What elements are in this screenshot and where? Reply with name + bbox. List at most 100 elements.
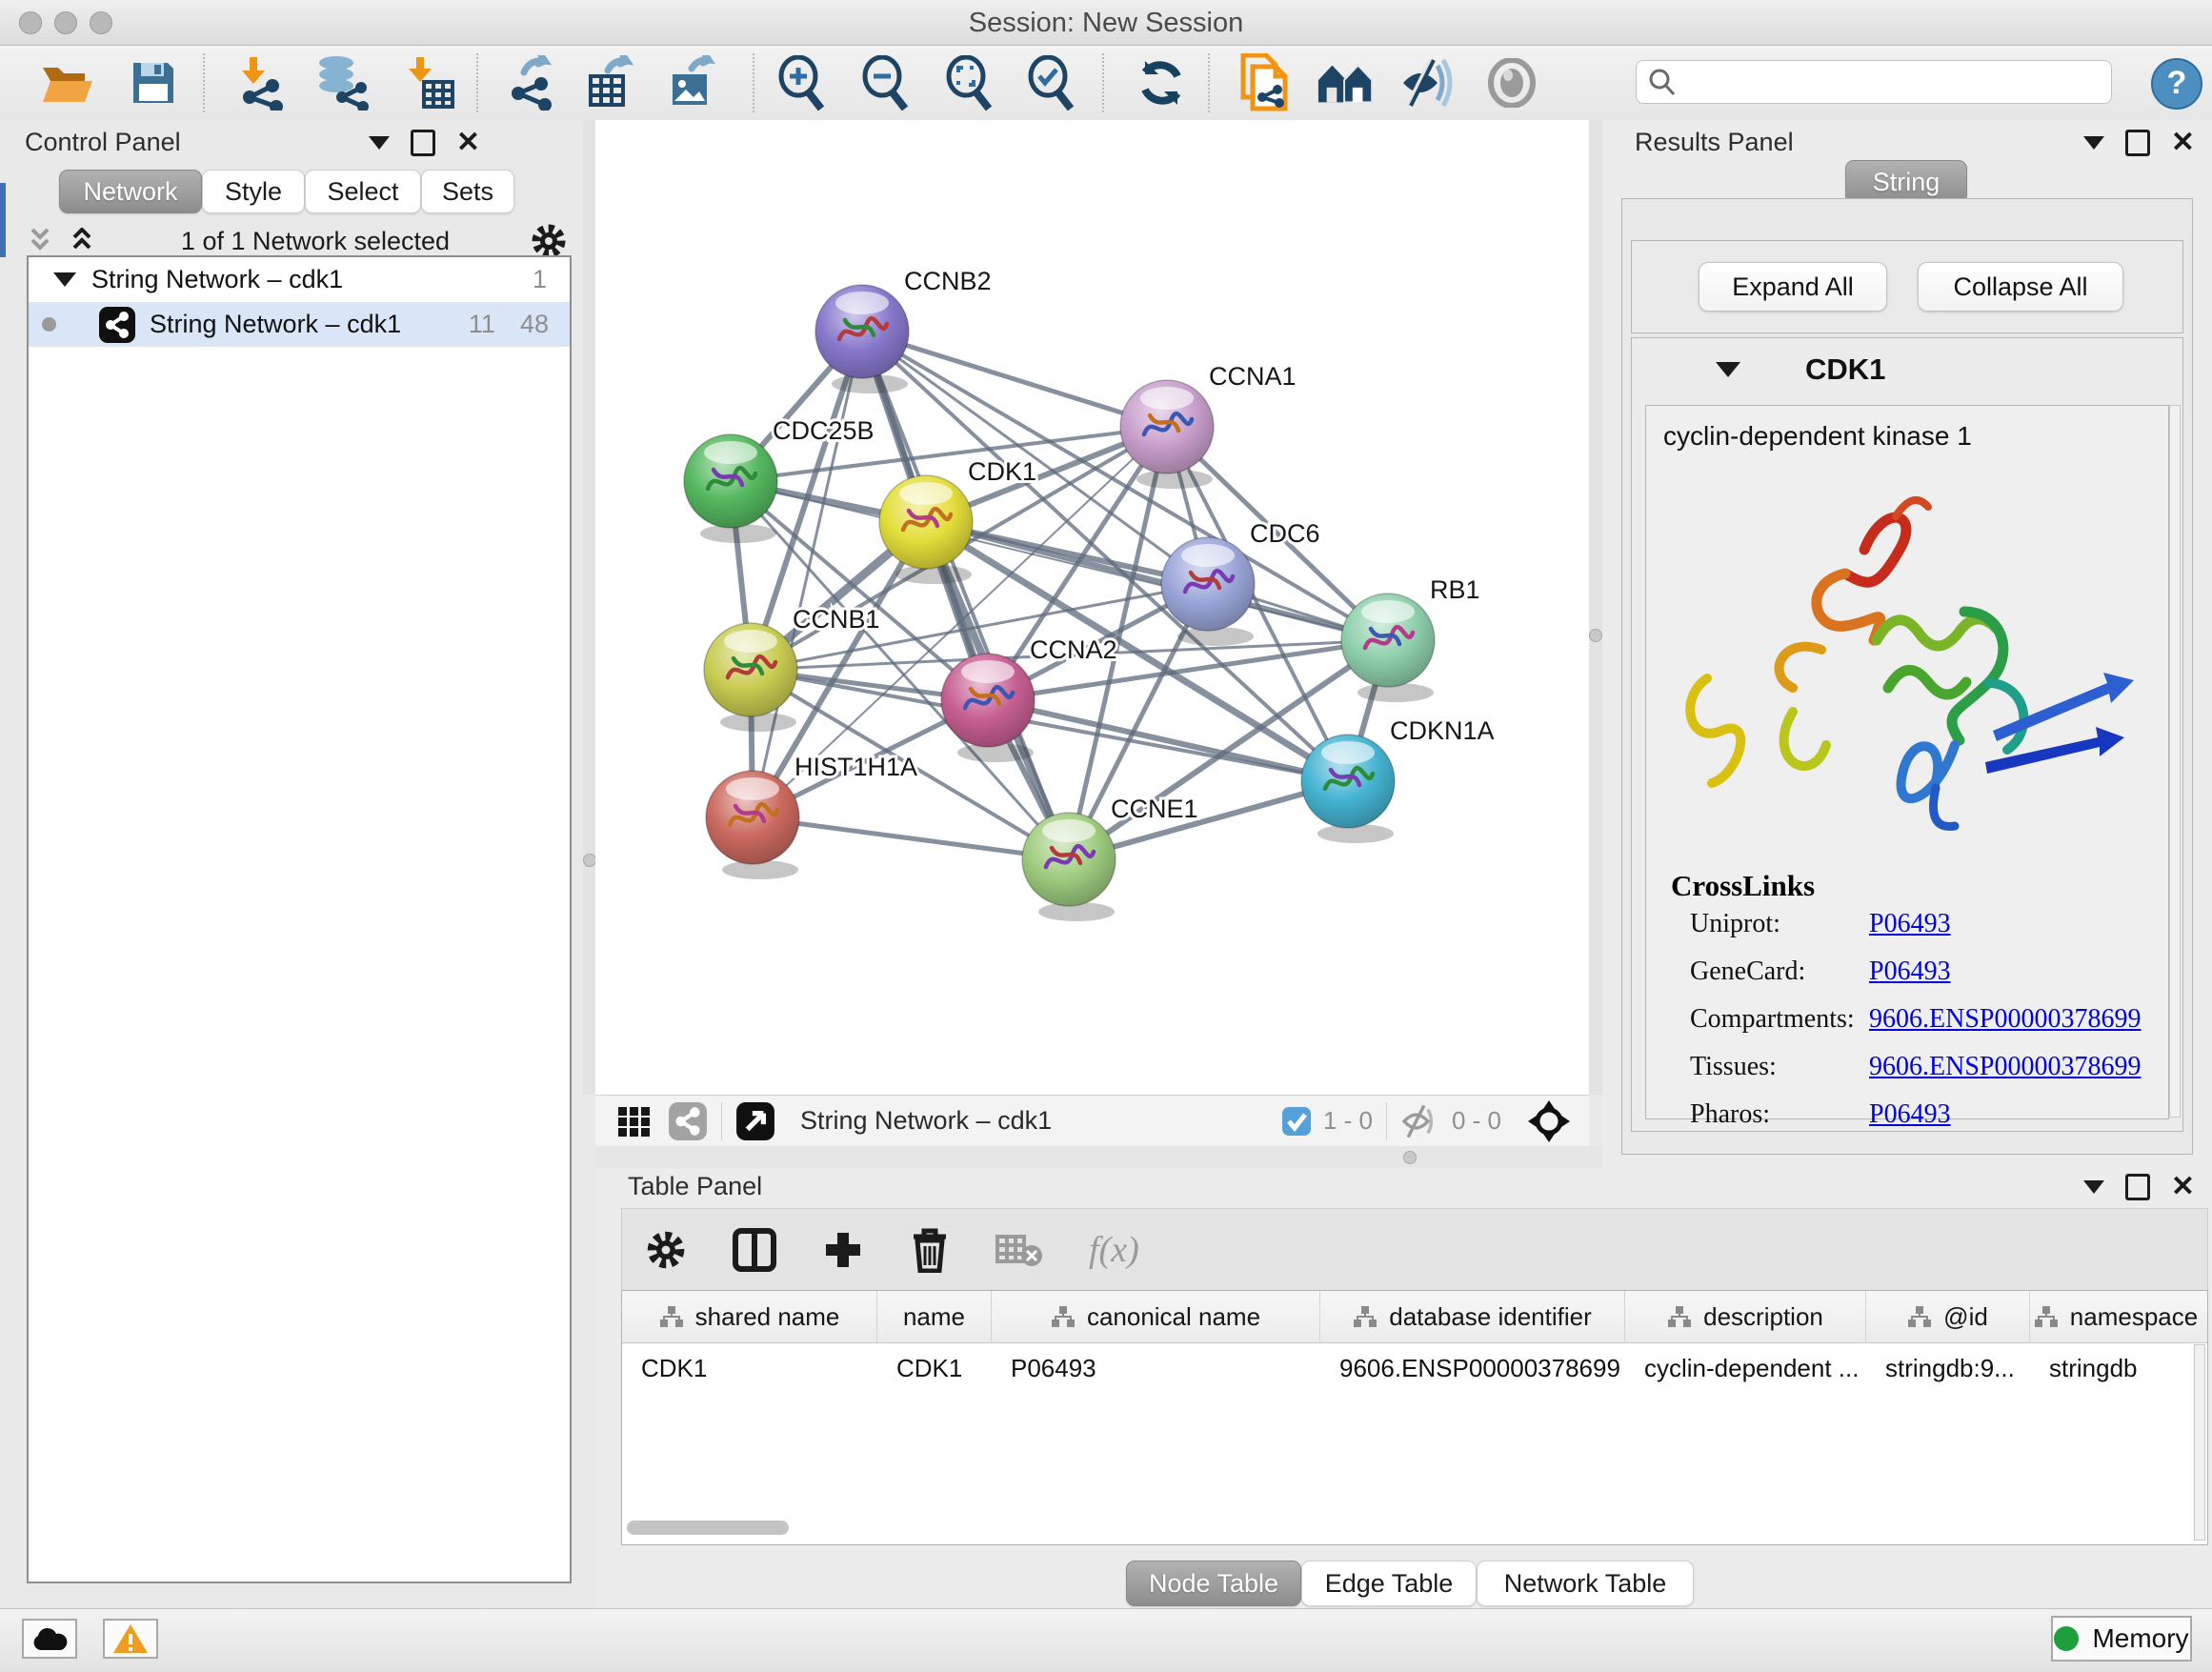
- gene-section: CDK1 cyclin-dependent kinase 1: [1631, 337, 2183, 1132]
- network-view-icon[interactable]: [668, 1101, 708, 1141]
- column-header[interactable]: database identifier: [1320, 1291, 1625, 1342]
- tab-select[interactable]: Select: [305, 170, 421, 213]
- control-panel-title: Control Panel: [25, 128, 181, 157]
- edge-CCNB2-HIST1H1A[interactable]: [753, 332, 862, 817]
- gene-collapse-icon[interactable]: [1716, 362, 1740, 377]
- panel-float-icon[interactable]: [2125, 1174, 2150, 1200]
- cloud-button[interactable]: [22, 1619, 77, 1659]
- birdseye-crosshair-icon[interactable]: [1526, 1098, 1572, 1144]
- search-field[interactable]: [1636, 60, 2112, 104]
- table-options-gear-icon[interactable]: [645, 1229, 687, 1271]
- show-columns-icon[interactable]: [733, 1227, 776, 1273]
- network-collection-row[interactable]: String Network – cdk1 1: [29, 257, 570, 302]
- network-graph[interactable]: CCNB2CCNA1CDC25BCDK1CDC6RB1CCNB1CCNA2CDK…: [595, 120, 1589, 1095]
- create-column-plus-icon[interactable]: [822, 1229, 864, 1271]
- tab-network[interactable]: Network: [59, 170, 202, 213]
- collapse-all-button[interactable]: Collapse All: [1918, 262, 2123, 312]
- edge-CCNB2-CCNA1[interactable]: [862, 332, 1167, 427]
- panel-menu-icon[interactable]: [369, 136, 390, 150]
- import-table-file-icon[interactable]: [400, 53, 459, 112]
- cell-namespace[interactable]: stringdb: [2030, 1354, 2202, 1383]
- tab-edge-table[interactable]: Edge Table: [1301, 1561, 1477, 1606]
- import-network-database-icon[interactable]: [312, 53, 372, 112]
- import-network-file-icon[interactable]: [232, 53, 292, 112]
- function-builder-icon[interactable]: f(x): [1089, 1229, 1139, 1271]
- zoom-in-icon[interactable]: [774, 53, 833, 112]
- table-vertical-scrollbar[interactable]: [2194, 1344, 2205, 1541]
- memory-button[interactable]: Memory: [2051, 1616, 2192, 1662]
- warnings-button[interactable]: [103, 1619, 158, 1659]
- cloud-icon: [30, 1625, 69, 1652]
- open-session-icon[interactable]: [38, 53, 97, 112]
- tab-network-table[interactable]: Network Table: [1477, 1561, 1694, 1606]
- export-image-icon[interactable]: [665, 53, 724, 112]
- collection-expand-icon[interactable]: [53, 272, 76, 287]
- results-scrollbar[interactable]: [2169, 405, 2181, 1118]
- zoom-selected-icon[interactable]: [1023, 53, 1082, 112]
- column-header[interactable]: @id: [1866, 1291, 2030, 1342]
- column-header[interactable]: name: [877, 1291, 992, 1342]
- network-options-gear-icon[interactable]: [530, 222, 568, 260]
- column-header[interactable]: canonical name: [992, 1291, 1320, 1342]
- table-horizontal-scrollbar[interactable]: [627, 1521, 789, 1535]
- panel-menu-icon[interactable]: [2083, 136, 2104, 150]
- panel-close-icon[interactable]: ✕: [2171, 1177, 2195, 1198]
- layout-homes-icon[interactable]: [1317, 53, 1376, 112]
- memory-label: Memory: [2092, 1623, 2188, 1654]
- panel-close-icon[interactable]: ✕: [2171, 132, 2195, 153]
- column-header[interactable]: shared name: [622, 1291, 877, 1342]
- crosslink-link[interactable]: P06493: [1869, 957, 2168, 987]
- expand-all-networks-icon[interactable]: [69, 228, 101, 254]
- cell-description[interactable]: cyclin-dependent ...: [1625, 1354, 1866, 1383]
- edge-HIST1H1A-CCNE1[interactable]: [753, 817, 1069, 859]
- grid-view-icon[interactable]: [616, 1103, 653, 1139]
- column-header[interactable]: description: [1625, 1291, 1866, 1342]
- panel-float-icon[interactable]: [411, 130, 435, 156]
- column-header[interactable]: namespace: [2030, 1291, 2202, 1342]
- search-input[interactable]: [1677, 67, 2090, 98]
- cell-name[interactable]: CDK1: [877, 1354, 992, 1383]
- save-session-icon[interactable]: [124, 53, 183, 112]
- delete-table-icon[interactable]: [995, 1231, 1043, 1269]
- node-highlight: [704, 441, 757, 464]
- gene-section-header[interactable]: CDK1: [1632, 338, 2182, 401]
- crosslink-link[interactable]: 9606.ENSP00000378699: [1869, 1004, 2168, 1035]
- collapse-all-networks-icon[interactable]: [27, 228, 59, 254]
- node-highlight: [835, 292, 889, 314]
- cell-canonical-name[interactable]: P06493: [992, 1354, 1320, 1383]
- detach-view-icon[interactable]: [735, 1101, 775, 1141]
- left-splitter[interactable]: [583, 120, 595, 1095]
- hide-selected-eye-slash-icon[interactable]: [1398, 53, 1458, 112]
- zoom-out-icon[interactable]: [857, 53, 916, 112]
- help-button[interactable]: ?: [2151, 58, 2202, 110]
- crosslink-link[interactable]: 9606.ENSP00000378699: [1869, 1052, 2168, 1082]
- cell-id[interactable]: stringdb:9...: [1866, 1354, 2030, 1383]
- network-canvas[interactable]: CCNB2CCNA1CDC25BCDK1CDC6RB1CCNB1CCNA2CDK…: [595, 120, 1589, 1095]
- cell-database-identifier[interactable]: 9606.ENSP00000378699: [1320, 1354, 1625, 1383]
- table-row[interactable]: CDK1 CDK1 P06493 9606.ENSP00000378699 cy…: [622, 1343, 2207, 1393]
- selected-checkbox-icon[interactable]: [1281, 1106, 1312, 1137]
- tab-node-table[interactable]: Node Table: [1126, 1561, 1301, 1606]
- network-label: String Network – cdk1: [150, 310, 469, 339]
- expand-all-button[interactable]: Expand All: [1699, 262, 1887, 312]
- show-all-eye-icon[interactable]: [1482, 53, 1541, 112]
- refresh-view-icon[interactable]: [1132, 53, 1191, 112]
- tab-sets[interactable]: Sets: [421, 170, 514, 213]
- clone-network-icon[interactable]: [1237, 53, 1296, 112]
- delete-column-trash-icon[interactable]: [910, 1227, 950, 1273]
- network-row-selected[interactable]: String Network – cdk1 11 48: [29, 302, 570, 347]
- gene-detail-box: cyclin-dependent kinase 1: [1645, 405, 2169, 1119]
- right-splitter[interactable]: [1589, 120, 1602, 1095]
- edge-CCNA2-CDKN1A[interactable]: [988, 700, 1348, 781]
- cell-shared-name[interactable]: CDK1: [622, 1354, 877, 1383]
- panel-float-icon[interactable]: [2125, 130, 2150, 156]
- tab-style[interactable]: Style: [202, 170, 305, 213]
- results-panel: Results Panel ✕ String Expand All Collap…: [1602, 120, 2212, 1168]
- export-table-icon[interactable]: [583, 53, 642, 112]
- zoom-fit-icon[interactable]: [941, 53, 1000, 112]
- export-network-icon[interactable]: [503, 53, 562, 112]
- crosslink-link[interactable]: P06493: [1869, 909, 2168, 939]
- crosslink-link[interactable]: P06493: [1869, 1099, 2168, 1130]
- panel-close-icon[interactable]: ✕: [456, 132, 480, 153]
- panel-menu-icon[interactable]: [2083, 1180, 2104, 1194]
